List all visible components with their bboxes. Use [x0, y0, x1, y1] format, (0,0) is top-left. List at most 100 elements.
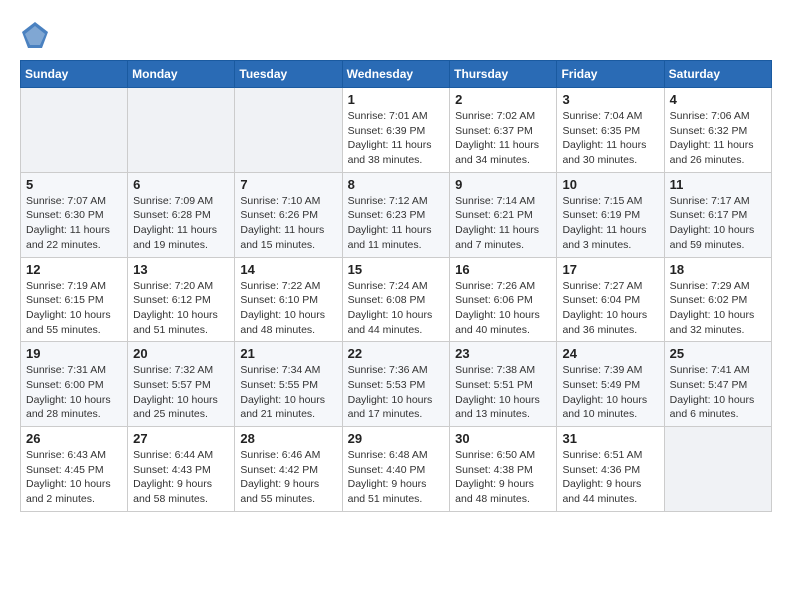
calendar-header-tuesday: Tuesday	[235, 61, 342, 88]
day-number: 29	[348, 431, 445, 446]
calendar-cell: 30 Sunrise: 6:50 AM Sunset: 4:38 PM Dayli…	[450, 427, 557, 512]
header	[20, 20, 772, 50]
calendar-cell: 18Sunrise: 7:29 AM Sunset: 6:02 PM Dayli…	[664, 257, 771, 342]
calendar-cell: 12 Sunrise: 7:19 AM Sunset: 6:15 PM Dayli…	[21, 257, 128, 342]
day-info: Sunrise: 7:07 AM Sunset: 6:30 PM Dayligh…	[26, 194, 122, 253]
calendar-cell	[128, 88, 235, 173]
calendar-header-row: SundayMondayTuesdayWednesdayThursdayFrid…	[21, 61, 772, 88]
calendar-cell: 24 Sunrise: 7:39 AM Sunset: 5:49 PM Dayli…	[557, 342, 664, 427]
day-info: Sunrise: 7:36 AM Sunset: 5:53 PM Dayligh…	[348, 363, 445, 422]
calendar-header-saturday: Saturday	[664, 61, 771, 88]
day-number: 27	[133, 431, 229, 446]
day-number: 22	[348, 346, 445, 361]
day-info: Sunrise: 7:22 AM Sunset: 6:10 PM Dayligh…	[240, 279, 336, 338]
calendar-header-wednesday: Wednesday	[342, 61, 450, 88]
day-info: Sunrise: 6:43 AM Sunset: 4:45 PM Dayligh…	[26, 448, 122, 507]
day-info: Sunrise: 6:50 AM Sunset: 4:38 PM Dayligh…	[455, 448, 551, 507]
day-number: 5	[26, 177, 122, 192]
day-number: 15	[348, 262, 445, 277]
calendar-table: SundayMondayTuesdayWednesdayThursdayFrid…	[20, 60, 772, 512]
calendar-cell: 6 Sunrise: 7:09 AM Sunset: 6:28 PM Daylig…	[128, 172, 235, 257]
day-info: Sunrise: 7:19 AM Sunset: 6:15 PM Dayligh…	[26, 279, 122, 338]
day-number: 17	[562, 262, 658, 277]
day-number: 1	[348, 92, 445, 107]
calendar-cell: 21 Sunrise: 7:34 AM Sunset: 5:55 PM Dayli…	[235, 342, 342, 427]
day-number: 7	[240, 177, 336, 192]
day-number: 13	[133, 262, 229, 277]
calendar-cell	[664, 427, 771, 512]
day-number: 23	[455, 346, 551, 361]
calendar-header-sunday: Sunday	[21, 61, 128, 88]
day-info: Sunrise: 7:04 AM Sunset: 6:35 PM Dayligh…	[562, 109, 658, 168]
day-info: Sunrise: 7:32 AM Sunset: 5:57 PM Dayligh…	[133, 363, 229, 422]
day-number: 3	[562, 92, 658, 107]
calendar-week-row: 26 Sunrise: 6:43 AM Sunset: 4:45 PM Dayli…	[21, 427, 772, 512]
day-info: Sunrise: 7:01 AM Sunset: 6:39 PM Dayligh…	[348, 109, 445, 168]
day-info: Sunrise: 7:27 AM Sunset: 6:04 PM Dayligh…	[562, 279, 658, 338]
calendar-cell: 9Sunrise: 7:14 AM Sunset: 6:21 PM Daylig…	[450, 172, 557, 257]
day-number: 25	[670, 346, 766, 361]
day-number: 31	[562, 431, 658, 446]
day-number: 10	[562, 177, 658, 192]
day-info: Sunrise: 6:51 AM Sunset: 4:36 PM Dayligh…	[562, 448, 658, 507]
day-info: Sunrise: 7:31 AM Sunset: 6:00 PM Dayligh…	[26, 363, 122, 422]
day-info: Sunrise: 7:34 AM Sunset: 5:55 PM Dayligh…	[240, 363, 336, 422]
day-number: 24	[562, 346, 658, 361]
calendar-cell: 8 Sunrise: 7:12 AM Sunset: 6:23 PM Daylig…	[342, 172, 450, 257]
day-number: 20	[133, 346, 229, 361]
day-number: 14	[240, 262, 336, 277]
calendar-cell: 27 Sunrise: 6:44 AM Sunset: 4:43 PM Dayli…	[128, 427, 235, 512]
day-number: 9	[455, 177, 551, 192]
calendar-cell: 19 Sunrise: 7:31 AM Sunset: 6:00 PM Dayli…	[21, 342, 128, 427]
day-number: 19	[26, 346, 122, 361]
day-number: 12	[26, 262, 122, 277]
day-number: 4	[670, 92, 766, 107]
calendar-header-thursday: Thursday	[450, 61, 557, 88]
day-number: 8	[348, 177, 445, 192]
calendar-week-row: 5 Sunrise: 7:07 AM Sunset: 6:30 PM Daylig…	[21, 172, 772, 257]
calendar-cell: 14 Sunrise: 7:22 AM Sunset: 6:10 PM Dayli…	[235, 257, 342, 342]
calendar-cell	[235, 88, 342, 173]
day-number: 6	[133, 177, 229, 192]
day-number: 21	[240, 346, 336, 361]
calendar-cell: 26 Sunrise: 6:43 AM Sunset: 4:45 PM Dayli…	[21, 427, 128, 512]
calendar-cell: 28 Sunrise: 6:46 AM Sunset: 4:42 PM Dayli…	[235, 427, 342, 512]
calendar-header-friday: Friday	[557, 61, 664, 88]
day-number: 26	[26, 431, 122, 446]
calendar-week-row: 1 Sunrise: 7:01 AM Sunset: 6:39 PM Daylig…	[21, 88, 772, 173]
day-info: Sunrise: 7:09 AM Sunset: 6:28 PM Dayligh…	[133, 194, 229, 253]
day-info: Sunrise: 7:41 AM Sunset: 5:47 PM Dayligh…	[670, 363, 766, 422]
calendar-cell: 23 Sunrise: 7:38 AM Sunset: 5:51 PM Dayli…	[450, 342, 557, 427]
calendar-header-monday: Monday	[128, 61, 235, 88]
calendar-cell: 1 Sunrise: 7:01 AM Sunset: 6:39 PM Daylig…	[342, 88, 450, 173]
logo	[20, 20, 54, 50]
day-number: 18	[670, 262, 766, 277]
day-info: Sunrise: 7:06 AM Sunset: 6:32 PM Dayligh…	[670, 109, 766, 168]
calendar-cell: 7 Sunrise: 7:10 AM Sunset: 6:26 PM Daylig…	[235, 172, 342, 257]
calendar-cell: 31 Sunrise: 6:51 AM Sunset: 4:36 PM Dayli…	[557, 427, 664, 512]
day-info: Sunrise: 7:20 AM Sunset: 6:12 PM Dayligh…	[133, 279, 229, 338]
day-number: 11	[670, 177, 766, 192]
day-info: Sunrise: 7:12 AM Sunset: 6:23 PM Dayligh…	[348, 194, 445, 253]
calendar-week-row: 19 Sunrise: 7:31 AM Sunset: 6:00 PM Dayli…	[21, 342, 772, 427]
day-number: 28	[240, 431, 336, 446]
calendar-cell: 11Sunrise: 7:17 AM Sunset: 6:17 PM Dayli…	[664, 172, 771, 257]
calendar-week-row: 12 Sunrise: 7:19 AM Sunset: 6:15 PM Dayli…	[21, 257, 772, 342]
day-number: 30	[455, 431, 551, 446]
calendar-cell: 3 Sunrise: 7:04 AM Sunset: 6:35 PM Daylig…	[557, 88, 664, 173]
logo-icon	[20, 20, 50, 50]
calendar-cell: 5 Sunrise: 7:07 AM Sunset: 6:30 PM Daylig…	[21, 172, 128, 257]
calendar-cell: 17 Sunrise: 7:27 AM Sunset: 6:04 PM Dayli…	[557, 257, 664, 342]
day-info: Sunrise: 6:48 AM Sunset: 4:40 PM Dayligh…	[348, 448, 445, 507]
day-info: Sunrise: 6:46 AM Sunset: 4:42 PM Dayligh…	[240, 448, 336, 507]
calendar-cell: 29 Sunrise: 6:48 AM Sunset: 4:40 PM Dayli…	[342, 427, 450, 512]
day-info: Sunrise: 7:15 AM Sunset: 6:19 PM Dayligh…	[562, 194, 658, 253]
day-info: Sunrise: 6:44 AM Sunset: 4:43 PM Dayligh…	[133, 448, 229, 507]
day-info: Sunrise: 7:38 AM Sunset: 5:51 PM Dayligh…	[455, 363, 551, 422]
calendar-cell: 2Sunrise: 7:02 AM Sunset: 6:37 PM Daylig…	[450, 88, 557, 173]
day-info: Sunrise: 7:39 AM Sunset: 5:49 PM Dayligh…	[562, 363, 658, 422]
day-number: 16	[455, 262, 551, 277]
day-info: Sunrise: 7:10 AM Sunset: 6:26 PM Dayligh…	[240, 194, 336, 253]
day-info: Sunrise: 7:24 AM Sunset: 6:08 PM Dayligh…	[348, 279, 445, 338]
calendar-cell: 16Sunrise: 7:26 AM Sunset: 6:06 PM Dayli…	[450, 257, 557, 342]
